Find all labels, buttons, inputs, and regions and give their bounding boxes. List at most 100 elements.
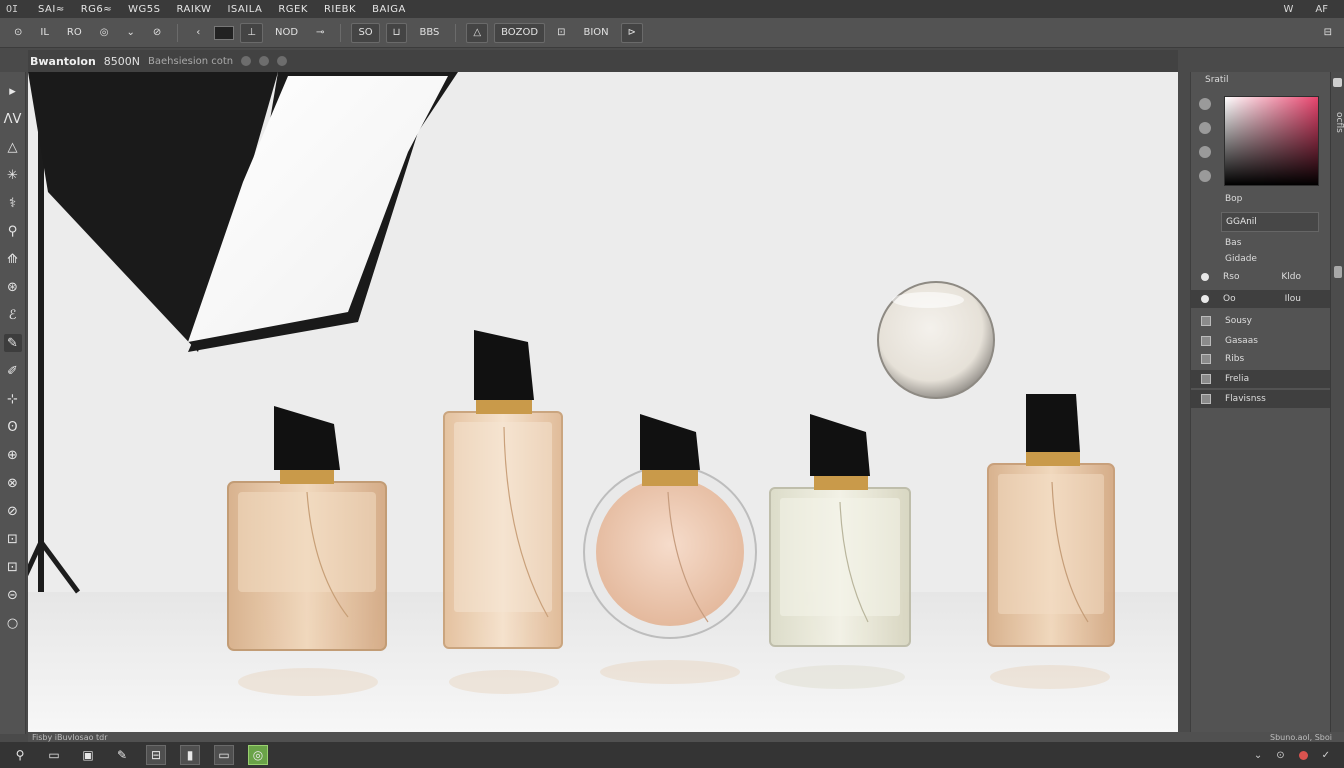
clone-tool-icon[interactable]: ⊛ <box>4 278 22 296</box>
zoom-tool-icon[interactable]: ⊡ <box>4 558 22 576</box>
menu-item-7[interactable]: RIEBK <box>316 4 364 15</box>
align-icon[interactable]: ⊥ <box>240 22 263 43</box>
dock-icon[interactable] <box>1333 78 1342 87</box>
check-icon[interactable]: ✓ <box>1322 750 1330 761</box>
layer-row[interactable]: Frelia <box>1191 370 1331 388</box>
layer-row[interactable]: Rso Kldo <box>1191 268 1331 286</box>
panel-icon-column <box>1199 98 1211 182</box>
tool-preset-icon[interactable]: ⊙ <box>8 23 28 43</box>
brush-settings-icon[interactable] <box>1199 146 1211 158</box>
option-button-bion[interactable]: BION <box>577 23 614 43</box>
layer-row[interactable]: Flavisnss <box>1191 390 1331 408</box>
status-left: Fisby iBuvIosao tdr <box>32 732 108 742</box>
image-canvas[interactable] <box>28 72 1178 732</box>
play-icon[interactable]: ⊳ <box>620 22 644 43</box>
history-icon[interactable] <box>1199 98 1211 110</box>
tab-dot-icon[interactable] <box>259 56 270 66</box>
magic-wand-icon[interactable]: ✳ <box>4 166 22 184</box>
panel-row-gidade[interactable]: Gidade <box>1221 250 1257 268</box>
crop-tool-icon[interactable]: ⚕ <box>4 194 22 212</box>
color-picker-field[interactable] <box>1224 96 1319 186</box>
layer-row-selected[interactable]: Oo Ilou <box>1191 290 1331 308</box>
app-icon[interactable]: ▭ <box>214 745 234 765</box>
menu-item-2[interactable]: RG6≈ <box>73 4 120 15</box>
window-icon[interactable]: ▭ <box>44 745 64 765</box>
healing-tool-icon[interactable]: ⟰ <box>4 250 22 268</box>
menu-right-group: W AF <box>1284 4 1344 15</box>
tab-dot-icon[interactable] <box>277 56 288 66</box>
panel-toggle-icon[interactable]: ⊟ <box>1318 23 1344 43</box>
app-logo: OI <box>6 3 19 15</box>
layer-name: Gasaas <box>1225 336 1258 346</box>
eyedropper-tool-icon[interactable]: ⚲ <box>4 222 22 240</box>
divider <box>177 23 179 42</box>
menu-bar: OI SAI≈ RG6≈ WG5S RAIKW ISAILA RGEK RIEB… <box>0 0 1344 18</box>
option-button-bbs[interactable]: BBS <box>413 23 445 43</box>
option-button-2[interactable]: RO <box>61 23 88 43</box>
move-tool-icon[interactable]: ▸ <box>4 82 22 100</box>
visibility-icon[interactable] <box>1201 295 1209 303</box>
workspace-button[interactable]: W <box>1284 4 1294 15</box>
shape-tool-icon[interactable]: ⊘ <box>4 502 22 520</box>
layer-row[interactable]: Gasaas <box>1191 332 1331 350</box>
document-title: Bwantolon <box>30 54 96 68</box>
tab-dot-icon[interactable] <box>241 56 252 66</box>
perfume-photo <box>28 72 1178 732</box>
lasso-tool-icon[interactable]: △ <box>4 138 22 156</box>
menu-item-8[interactable]: BAIGA <box>364 4 414 15</box>
toggle-icon[interactable]: ⊔ <box>385 22 408 43</box>
network-icon[interactable]: ⊙ <box>1276 750 1284 761</box>
brush-icon[interactable]: ◎ <box>94 23 115 43</box>
option-field-bozod[interactable]: BOZOD <box>494 22 546 43</box>
layer-row[interactable]: Ribs <box>1191 350 1331 368</box>
menu-item-6[interactable]: RGEK <box>270 4 316 15</box>
type-tool-icon[interactable]: ⊗ <box>4 474 22 492</box>
app-icon[interactable]: ⊟ <box>146 745 166 765</box>
warning-icon[interactable]: △ <box>466 22 489 43</box>
layer-thumbnail-icon <box>1201 374 1211 384</box>
layer-thumbnail-icon <box>1201 316 1211 326</box>
color-icon[interactable] <box>1199 122 1211 134</box>
editor-app-icon[interactable]: ◎ <box>248 745 268 765</box>
swatch-icon[interactable] <box>1199 170 1211 182</box>
menu-item-5[interactable]: ISAILA <box>219 4 270 15</box>
menu-item-3[interactable]: WG5S <box>120 4 168 15</box>
option-field-so[interactable]: SO <box>351 22 380 43</box>
link-icon[interactable]: ⊸ <box>310 23 330 43</box>
edit-icon[interactable]: ✎ <box>112 745 132 765</box>
quick-mask-icon[interactable]: ○ <box>4 614 22 632</box>
scrollbar-thumb[interactable] <box>1334 266 1342 278</box>
document-size: 8500N <box>103 54 141 68</box>
hand-tool-icon[interactable]: ⊡ <box>4 530 22 548</box>
frame-icon[interactable]: ⊡ <box>551 23 571 43</box>
layer-name: Oo <box>1223 294 1236 304</box>
layer-row[interactable]: Sousy <box>1191 312 1331 330</box>
document-tab[interactable]: Bwantolon 8500N Baehsiesion cotn <box>28 50 1178 72</box>
color-swatch[interactable] <box>214 25 235 40</box>
account-button[interactable]: AF <box>1315 4 1328 15</box>
app-icon[interactable]: ▮ <box>180 745 200 765</box>
layer-extra: Ilou <box>1284 294 1301 304</box>
folder-icon[interactable]: ▣ <box>78 745 98 765</box>
marquee-tool-icon[interactable]: ɅV <box>4 110 22 128</box>
option-button-1[interactable]: IL <box>34 23 55 43</box>
search-icon[interactable]: ⚲ <box>10 745 30 765</box>
pen-tool-icon[interactable]: ⊕ <box>4 446 22 464</box>
brush-tool-icon[interactable]: ✎ <box>3 334 22 352</box>
chevron-down-icon[interactable]: ⌄ <box>120 23 140 43</box>
tools-panel: ▸ ɅV △ ✳ ⚕ ⚲ ⟰ ⊛ ℰ ✎ ✐ ⊹ ʘ ⊕ ⊗ ⊘ ⊡ ⊡ ⊝ ○ <box>0 72 26 734</box>
eraser-tool-icon[interactable]: ✐ <box>4 362 22 380</box>
divider-icon: ⊝ <box>7 587 18 603</box>
menu-item-1[interactable]: SAI≈ <box>30 4 73 15</box>
visibility-icon[interactable] <box>1201 273 1209 281</box>
back-arrow-icon[interactable]: ‹ <box>188 23 208 43</box>
gradient-tool-icon[interactable]: ⊹ <box>4 390 22 408</box>
chevron-up-icon[interactable]: ⌄ <box>1254 750 1262 761</box>
notification-icon[interactable] <box>1298 750 1308 760</box>
mode-icon[interactable]: ⊘ <box>147 23 167 43</box>
dodge-tool-icon[interactable]: ʘ <box>4 418 22 436</box>
option-button-nod[interactable]: NOD <box>269 23 304 43</box>
color-name-field[interactable]: GGAnil <box>1221 212 1319 232</box>
history-brush-icon[interactable]: ℰ <box>4 306 22 324</box>
menu-item-4[interactable]: RAIKW <box>169 4 220 15</box>
